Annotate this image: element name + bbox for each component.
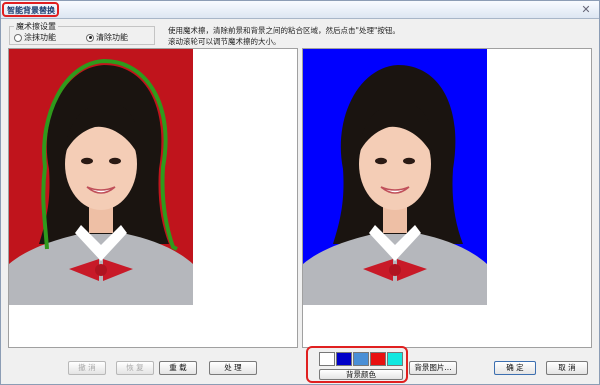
reload-button[interactable]: 重 载 xyxy=(159,361,197,375)
radio-indicator[interactable] xyxy=(14,33,22,42)
dark-blue-swatch[interactable] xyxy=(336,352,352,366)
title-bar[interactable]: 智能背景替换 ✕ xyxy=(1,1,599,19)
smear-mode-label: 涂抹功能 xyxy=(24,33,56,42)
group-title: 魔术擦设置 xyxy=(14,21,58,32)
background-color-button[interactable]: 背景颜色 xyxy=(319,369,403,380)
preview-photo xyxy=(303,49,487,305)
clear-mode-radio[interactable]: 清除功能 xyxy=(86,32,128,43)
left-eye xyxy=(81,157,93,165)
light-blue-swatch[interactable] xyxy=(353,352,369,366)
instruction-line-1: 使用魔术擦，清除前景和背景之间的粘合区域，然后点击"处理"按钮。 xyxy=(168,26,400,35)
bow-knot xyxy=(389,264,401,276)
magic-eraser-settings-group: 魔术擦设置 涂抹功能 清除功能 xyxy=(9,21,155,45)
undo-button[interactable]: 撤 消 xyxy=(68,361,106,375)
red-swatch[interactable] xyxy=(370,352,386,366)
background-replace-dialog: 智能背景替换 ✕ 魔术擦设置 涂抹功能 清除功能 使用魔术擦，清除前景和背景之间… xyxy=(0,0,600,385)
instruction-line-2: 滚动滚轮可以调节魔术擦的大小。 xyxy=(168,37,281,46)
bow-knot xyxy=(95,264,107,276)
process-button[interactable]: 处 理 xyxy=(209,361,257,375)
right-eye xyxy=(403,157,415,165)
title-highlight-annotation xyxy=(2,2,59,17)
radio-indicator-selected[interactable] xyxy=(86,33,94,42)
portrait-preview xyxy=(303,49,487,305)
preview-panel xyxy=(302,48,592,348)
left-eye xyxy=(375,157,387,165)
ok-button[interactable]: 确 定 xyxy=(494,361,536,375)
white-swatch[interactable] xyxy=(319,352,335,366)
cancel-button[interactable]: 取 消 xyxy=(546,361,588,375)
original-photo[interactable] xyxy=(9,49,193,305)
close-icon[interactable]: ✕ xyxy=(579,3,593,16)
cyan-swatch[interactable] xyxy=(387,352,403,366)
redo-button[interactable]: 恢 复 xyxy=(116,361,154,375)
instructions-text: 使用魔术擦，清除前景和背景之间的粘合区域，然后点击"处理"按钮。 滚动滚轮可以调… xyxy=(168,25,458,47)
smear-mode-radio[interactable]: 涂抹功能 xyxy=(14,32,56,43)
right-eye xyxy=(109,157,121,165)
clear-mode-label: 清除功能 xyxy=(96,33,128,42)
editor-panel[interactable] xyxy=(8,48,298,348)
portrait-original xyxy=(9,49,193,305)
background-image-button[interactable]: 背景图片... xyxy=(409,361,457,375)
